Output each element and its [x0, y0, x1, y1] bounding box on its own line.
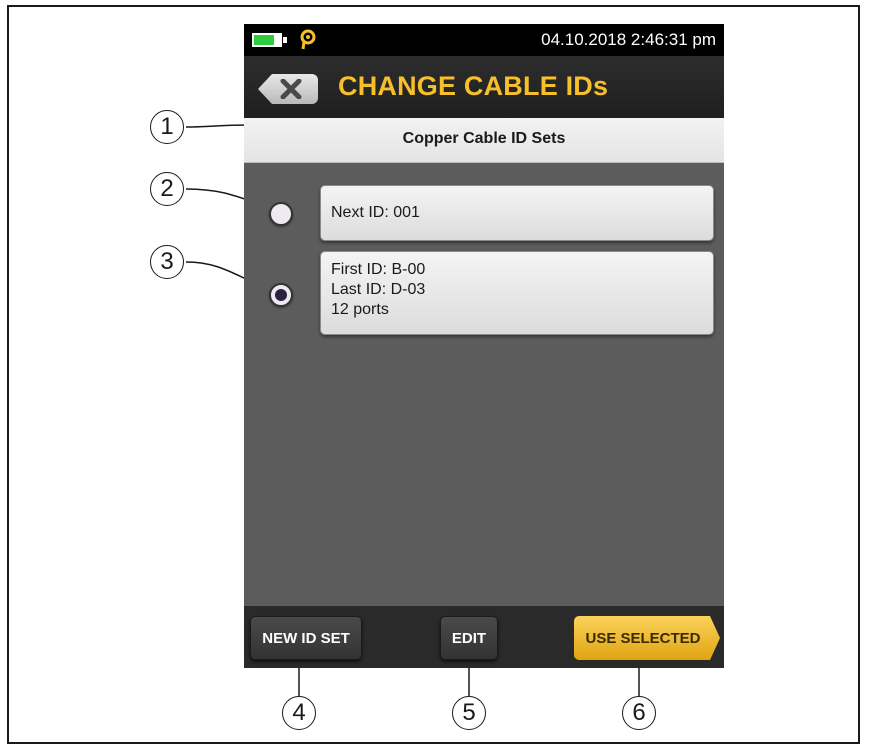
status-bar: 04.10.2018 2:46:31 pm	[244, 24, 724, 56]
close-icon	[280, 79, 302, 99]
page-title: CHANGE CABLE IDs	[338, 71, 609, 101]
id-set-line: Last ID: D-03	[331, 281, 426, 298]
section-title: Copper Cable ID Sets	[402, 130, 566, 147]
radio-range-id[interactable]	[269, 283, 293, 307]
battery-tip	[283, 37, 287, 43]
id-set-line: First ID: B-00	[331, 261, 426, 278]
callout-2: 2	[150, 172, 184, 206]
callout-1: 1	[150, 110, 184, 144]
id-set-next-id[interactable]: Next ID: 001	[320, 185, 714, 241]
close-button[interactable]	[258, 74, 318, 104]
battery-icon	[252, 33, 282, 47]
callout-6: 6	[622, 696, 656, 730]
edit-button[interactable]: EDIT	[440, 616, 498, 660]
probe-icon	[300, 29, 316, 50]
id-set-line: Next ID: 001	[331, 204, 420, 221]
callout-5: 5	[452, 696, 486, 730]
section-header: Copper Cable ID Sets	[244, 118, 724, 163]
callout-4: 4	[282, 696, 316, 730]
id-set-range[interactable]: First ID: B-00 Last ID: D-03 12 ports	[320, 251, 714, 335]
screen-header: CHANGE CABLE IDs	[244, 56, 724, 118]
use-selected-button[interactable]: USE SELECTED	[574, 616, 720, 660]
new-id-set-button[interactable]: NEW ID SET	[250, 616, 362, 660]
radio-selected-dot	[275, 289, 287, 301]
status-datetime: 04.10.2018 2:46:31 pm	[541, 30, 716, 49]
radio-next-id[interactable]	[269, 202, 293, 226]
bottom-toolbar: NEW ID SET EDIT USE SELECTED	[244, 606, 724, 668]
callout-3: 3	[150, 245, 184, 279]
id-set-line: 12 ports	[331, 301, 389, 318]
tester-screen: 04.10.2018 2:46:31 pm CHANGE CABLE IDs C…	[244, 24, 724, 668]
